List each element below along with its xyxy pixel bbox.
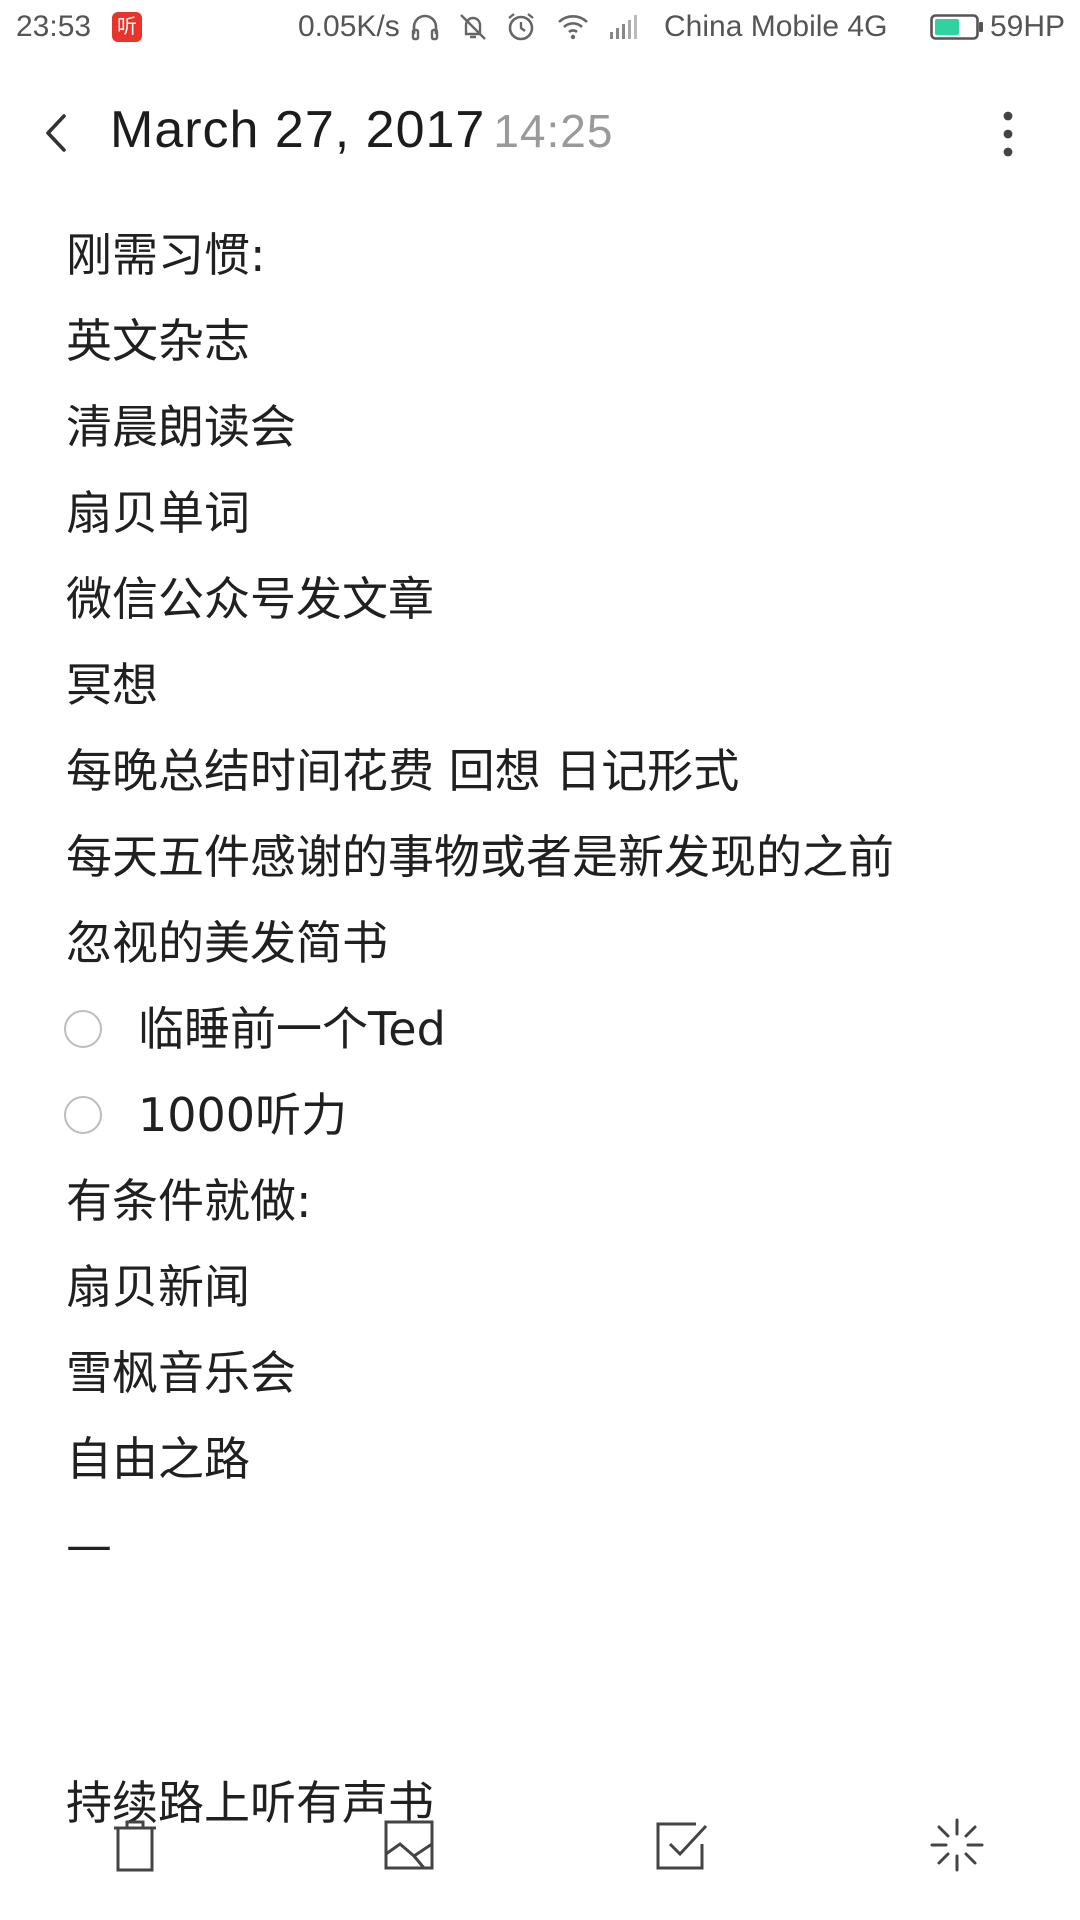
note-line: 自由之路: [66, 1432, 250, 1486]
bottom-toolbar: [0, 1810, 1080, 1900]
note-line: 每天五件感谢的事物或者是新发现的之前: [66, 830, 894, 884]
app-notification-icon: 听: [112, 12, 142, 42]
delete-button[interactable]: [100, 1810, 170, 1880]
wifi-icon: [558, 15, 588, 40]
battery-icon: [930, 14, 983, 40]
note-line: 每晚总结时间花费 回想 日记形式: [66, 744, 740, 798]
headphones-icon: [411, 14, 439, 41]
note-line: 雪枫音乐会: [66, 1346, 296, 1400]
status-time: 23:53: [16, 10, 92, 43]
trash-icon: [114, 1820, 156, 1872]
note-body[interactable]: 刚需习惯: 英文杂志 清晨朗读会 扇贝单词 微信公众号发文章 冥想 每晚总结时间…: [64, 212, 1056, 1846]
note-line: 扇贝单词: [66, 486, 250, 540]
insert-image-button[interactable]: [374, 1810, 444, 1880]
network-speed: 0.05K/s: [298, 10, 400, 43]
checklist-button[interactable]: [646, 1810, 716, 1880]
note-date: March 27, 2017: [110, 101, 486, 159]
note-line: 扇贝新闻: [66, 1260, 250, 1314]
note-line: 冥想: [66, 658, 158, 712]
back-arrow-icon[interactable]: [36, 108, 76, 158]
note-line: 英文杂志: [66, 314, 250, 368]
carrier-label: China Mobile 4G: [664, 10, 888, 43]
note-title: March 27, 2017 14:25: [110, 100, 613, 160]
checklist-item: 1000听力: [64, 1072, 1056, 1158]
checklist-checkbox[interactable]: [64, 1096, 102, 1134]
signal-icon: [610, 15, 637, 39]
image-icon: [384, 1820, 434, 1870]
note-line: —: [66, 1518, 112, 1572]
checkbox-icon: [656, 1822, 708, 1870]
checklist-checkbox[interactable]: [64, 1010, 102, 1048]
mute-vibrate-icon: [460, 14, 486, 40]
alarm-icon: [508, 13, 534, 41]
note-line: 忽视的美发简书: [66, 916, 388, 970]
more-options-icon[interactable]: [988, 106, 1028, 162]
magic-button[interactable]: [922, 1810, 992, 1880]
checklist-label: 临睡前一个Ted: [138, 1002, 446, 1056]
note-line: 清晨朗读会: [66, 400, 296, 454]
battery-label: 59HP: [990, 10, 1066, 43]
magic-icon: [930, 1818, 984, 1872]
note-line: 有条件就做:: [66, 1174, 312, 1228]
checklist-item: 临睡前一个Ted: [64, 986, 1056, 1072]
note-line: 刚需习惯:: [66, 228, 266, 282]
note-time: 14:25: [493, 105, 614, 157]
note-line: 微信公众号发文章: [66, 572, 434, 626]
checklist-label: 1000听力: [138, 1088, 348, 1142]
status-bar: 23:53 听 0.05K/s China Mobile 4G 59HP: [0, 0, 1080, 56]
